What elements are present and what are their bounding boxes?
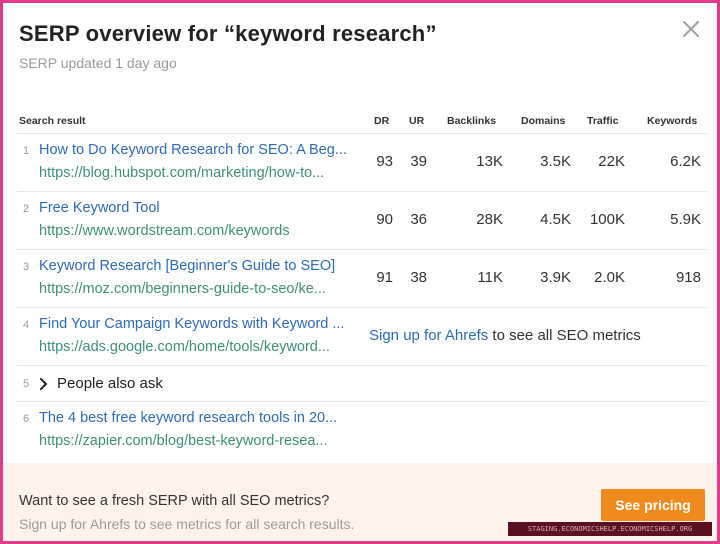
table-row: 1 How to Do Keyword Research for SEO: A … bbox=[17, 133, 707, 191]
people-also-ask-toggle[interactable]: People also ask bbox=[39, 375, 163, 392]
metric-backlinks: 28K bbox=[476, 211, 503, 228]
metric-backlinks: 11K bbox=[477, 269, 503, 286]
metric-keywords: 6.2K bbox=[670, 153, 701, 170]
serp-table: Search result DR UR Backlinks Domains Tr… bbox=[17, 111, 707, 459]
result-title-link[interactable]: How to Do Keyword Research for SEO: A Be… bbox=[39, 142, 359, 158]
row-rank: 3 bbox=[23, 261, 30, 273]
serp-overview-modal: SERP overview for “keyword research” SER… bbox=[0, 0, 720, 544]
signup-link[interactable]: Sign up for Ahrefs bbox=[369, 327, 488, 344]
result-url-link[interactable]: https://zapier.com/blog/best-keyword-res… bbox=[39, 433, 359, 449]
row-rank: 1 bbox=[23, 145, 30, 157]
header-search-result: Search result bbox=[19, 115, 86, 127]
close-icon bbox=[683, 21, 699, 37]
metric-domains: 4.5K bbox=[540, 211, 571, 228]
signup-prompt-text: to see all SEO metrics bbox=[488, 327, 641, 344]
metric-domains: 3.5K bbox=[540, 153, 571, 170]
watermark: STAGING.ECONOMICSHELP.ECONOMICSHELP.ORG bbox=[508, 522, 712, 536]
header-dr: DR bbox=[374, 115, 390, 127]
signup-prompt: Sign up for Ahrefs to see all SEO metric… bbox=[369, 327, 641, 344]
metric-domains: 3.9K bbox=[540, 269, 571, 286]
metric-backlinks: 13K bbox=[476, 153, 503, 170]
close-button[interactable] bbox=[679, 17, 703, 41]
metric-dr: 93 bbox=[376, 153, 393, 170]
header-backlinks: Backlinks bbox=[447, 115, 497, 127]
table-row: 3 Keyword Research [Beginner's Guide to … bbox=[17, 249, 707, 307]
header-ur: UR bbox=[409, 115, 425, 127]
footer-headline: Want to see a fresh SERP with all SEO me… bbox=[19, 493, 330, 509]
table-header: Search result DR UR Backlinks Domains Tr… bbox=[17, 111, 707, 133]
see-pricing-button[interactable]: See pricing bbox=[601, 489, 705, 521]
header-keywords: Keywords bbox=[647, 115, 698, 127]
metric-keywords: 918 bbox=[675, 269, 701, 286]
metric-dr: 91 bbox=[376, 269, 393, 286]
people-also-ask-label: People also ask bbox=[57, 375, 163, 392]
metric-ur: 38 bbox=[410, 269, 427, 286]
table-row: 4 Find Your Campaign Keywords with Keywo… bbox=[17, 307, 707, 365]
row-rank: 4 bbox=[23, 319, 30, 331]
metric-ur: 39 bbox=[410, 153, 427, 170]
footer-subtext: Sign up for Ahrefs to see metrics for al… bbox=[19, 516, 355, 532]
header-domains: Domains bbox=[521, 115, 566, 127]
modal-title: SERP overview for “keyword research” bbox=[19, 21, 437, 46]
result-title-link[interactable]: The 4 best free keyword research tools i… bbox=[39, 410, 359, 426]
metric-ur: 36 bbox=[410, 211, 427, 228]
table-row: 6 The 4 best free keyword research tools… bbox=[17, 401, 707, 459]
metric-dr: 90 bbox=[376, 211, 393, 228]
table-row: 5 People also ask bbox=[17, 365, 707, 401]
metric-traffic: 22K bbox=[598, 153, 625, 170]
result-title-link[interactable]: Free Keyword Tool bbox=[39, 200, 359, 216]
result-url-link[interactable]: https://moz.com/beginners-guide-to-seo/k… bbox=[39, 281, 359, 297]
metric-keywords: 5.9K bbox=[670, 211, 701, 228]
table-row: 2 Free Keyword Tool https://www.wordstre… bbox=[17, 191, 707, 249]
row-rank: 5 bbox=[23, 378, 30, 390]
result-title-link[interactable]: Find Your Campaign Keywords with Keyword… bbox=[39, 316, 359, 332]
result-title-link[interactable]: Keyword Research [Beginner's Guide to SE… bbox=[39, 258, 359, 274]
result-url-link[interactable]: https://www.wordstream.com/keywords bbox=[39, 223, 359, 239]
metric-traffic: 100K bbox=[589, 211, 625, 228]
result-url-link[interactable]: https://blog.hubspot.com/marketing/how-t… bbox=[39, 165, 359, 181]
modal-subtitle: SERP updated 1 day ago bbox=[19, 55, 177, 71]
metric-traffic: 2.0K bbox=[594, 269, 625, 286]
row-rank: 6 bbox=[23, 413, 30, 425]
chevron-right-icon bbox=[40, 377, 47, 390]
result-url-link[interactable]: https://ads.google.com/home/tools/keywor… bbox=[39, 339, 359, 355]
header-traffic: Traffic bbox=[587, 115, 619, 127]
row-rank: 2 bbox=[23, 203, 30, 215]
